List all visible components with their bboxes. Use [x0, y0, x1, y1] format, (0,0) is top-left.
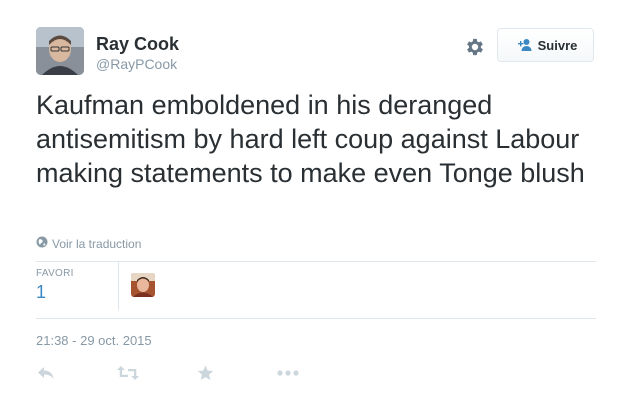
divider: [36, 261, 596, 262]
user-handle[interactable]: @RayPCook: [96, 56, 177, 72]
translate-link[interactable]: Voir la traduction: [36, 236, 141, 251]
add-user-icon: [514, 38, 532, 52]
gear-icon[interactable]: [464, 36, 486, 58]
divider: [36, 318, 596, 319]
tweet-text: Kaufman emboldened in his deranged antis…: [36, 90, 585, 188]
more-icon[interactable]: [277, 369, 299, 377]
favorites-count[interactable]: 1: [36, 282, 46, 303]
follow-button-label: Suivre: [537, 37, 578, 53]
translate-label: Voir la traduction: [52, 236, 142, 251]
star-icon[interactable]: [197, 365, 214, 381]
retweet-icon[interactable]: [117, 365, 139, 381]
tweet-timestamp[interactable]: 21:38 - 29 oct. 2015: [36, 333, 152, 348]
avatar[interactable]: [36, 27, 84, 75]
stats-separator: [118, 262, 119, 310]
user-name[interactable]: Ray Cook: [96, 34, 179, 54]
favorites-label: FAVORI: [36, 268, 74, 279]
follow-button[interactable]: Suivre: [497, 28, 594, 62]
tweet-card: Ray Cook @RayPCook Suivre Kaufman embold…: [0, 0, 633, 404]
globe-icon: [36, 236, 48, 251]
favoriter-avatar[interactable]: [131, 273, 155, 297]
reply-icon[interactable]: [37, 365, 55, 381]
